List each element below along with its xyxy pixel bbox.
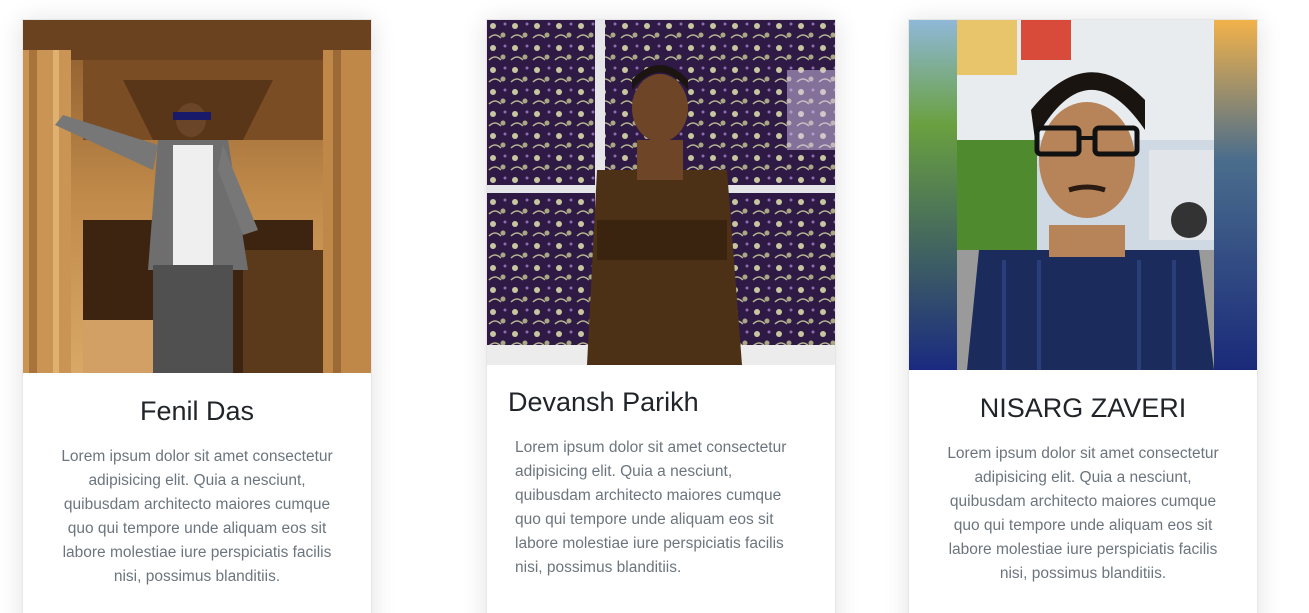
member-bio: Lorem ipsum dolor sit amet consectetur a… (515, 439, 787, 577)
member-name: Devansh Parikh (508, 387, 699, 417)
member-bio: Lorem ipsum dolor sit amet consectetur a… (61, 448, 333, 586)
member-name: NISARG ZAVERI (979, 393, 1187, 423)
member-name: Fenil Das (139, 396, 255, 426)
team-section: Fenil Das Lorem ipsum dolor sit amet con… (0, 0, 1309, 613)
team-card-fenil: Fenil Das Lorem ipsum dolor sit amet con… (22, 19, 372, 613)
member-photo (909, 20, 1257, 370)
member-photo (487, 20, 835, 365)
team-card-nisarg: NISARG ZAVERI Lorem ipsum dolor sit amet… (908, 19, 1258, 613)
team-card-devansh: Devansh Parikh Lorem ipsum dolor sit ame… (486, 19, 836, 613)
member-bio: Lorem ipsum dolor sit amet consectetur a… (947, 445, 1219, 583)
member-photo (23, 20, 371, 373)
